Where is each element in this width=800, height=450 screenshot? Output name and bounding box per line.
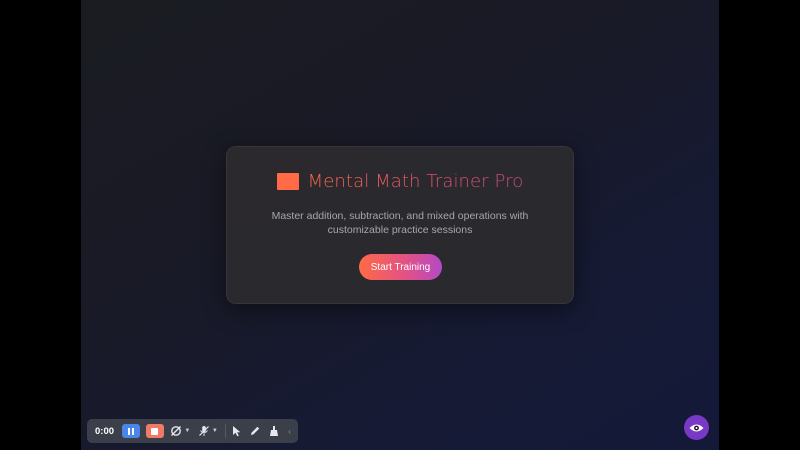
recording-timer: 0:00 xyxy=(95,425,115,437)
cursor-icon xyxy=(233,426,241,437)
cursor-tool-button[interactable] xyxy=(231,424,244,438)
eraser-tool-button[interactable] xyxy=(268,424,281,438)
title-row: Mental Math Trainer Pro xyxy=(227,171,573,192)
app-subtitle: Master addition, subtraction, and mixed … xyxy=(271,210,529,236)
stop-button[interactable] xyxy=(145,424,164,438)
pen-tool-button[interactable] xyxy=(249,424,262,438)
recording-toolbar: 0:00 ▼ ▼ ‹ xyxy=(87,419,298,443)
no-camera-icon xyxy=(171,426,182,436)
toolbar-divider xyxy=(224,424,226,438)
view-toggle-button[interactable] xyxy=(684,415,709,440)
pause-icon xyxy=(127,427,134,435)
microphone-toggle-button[interactable] xyxy=(197,424,210,438)
eye-icon xyxy=(689,424,704,431)
start-training-button[interactable]: Start Training xyxy=(359,254,442,280)
orange-rectangle-icon xyxy=(276,173,299,190)
app-title: Mental Math Trainer Pro xyxy=(307,171,524,192)
pen-icon xyxy=(251,426,260,435)
toolbar-more-chevron-icon[interactable]: ‹ xyxy=(288,427,291,436)
eraser-icon xyxy=(270,426,279,436)
pause-button[interactable] xyxy=(122,424,140,438)
stop-icon xyxy=(151,427,159,435)
camera-options-chevron-icon[interactable]: ▼ xyxy=(184,428,190,434)
welcome-card: Mental Math Trainer Pro Master addition,… xyxy=(226,146,574,304)
microphone-options-chevron-icon[interactable]: ▼ xyxy=(212,428,218,434)
camera-toggle-button[interactable] xyxy=(170,424,183,438)
app-viewport: Mental Math Trainer Pro Master addition,… xyxy=(81,0,719,450)
no-microphone-icon xyxy=(198,426,209,436)
